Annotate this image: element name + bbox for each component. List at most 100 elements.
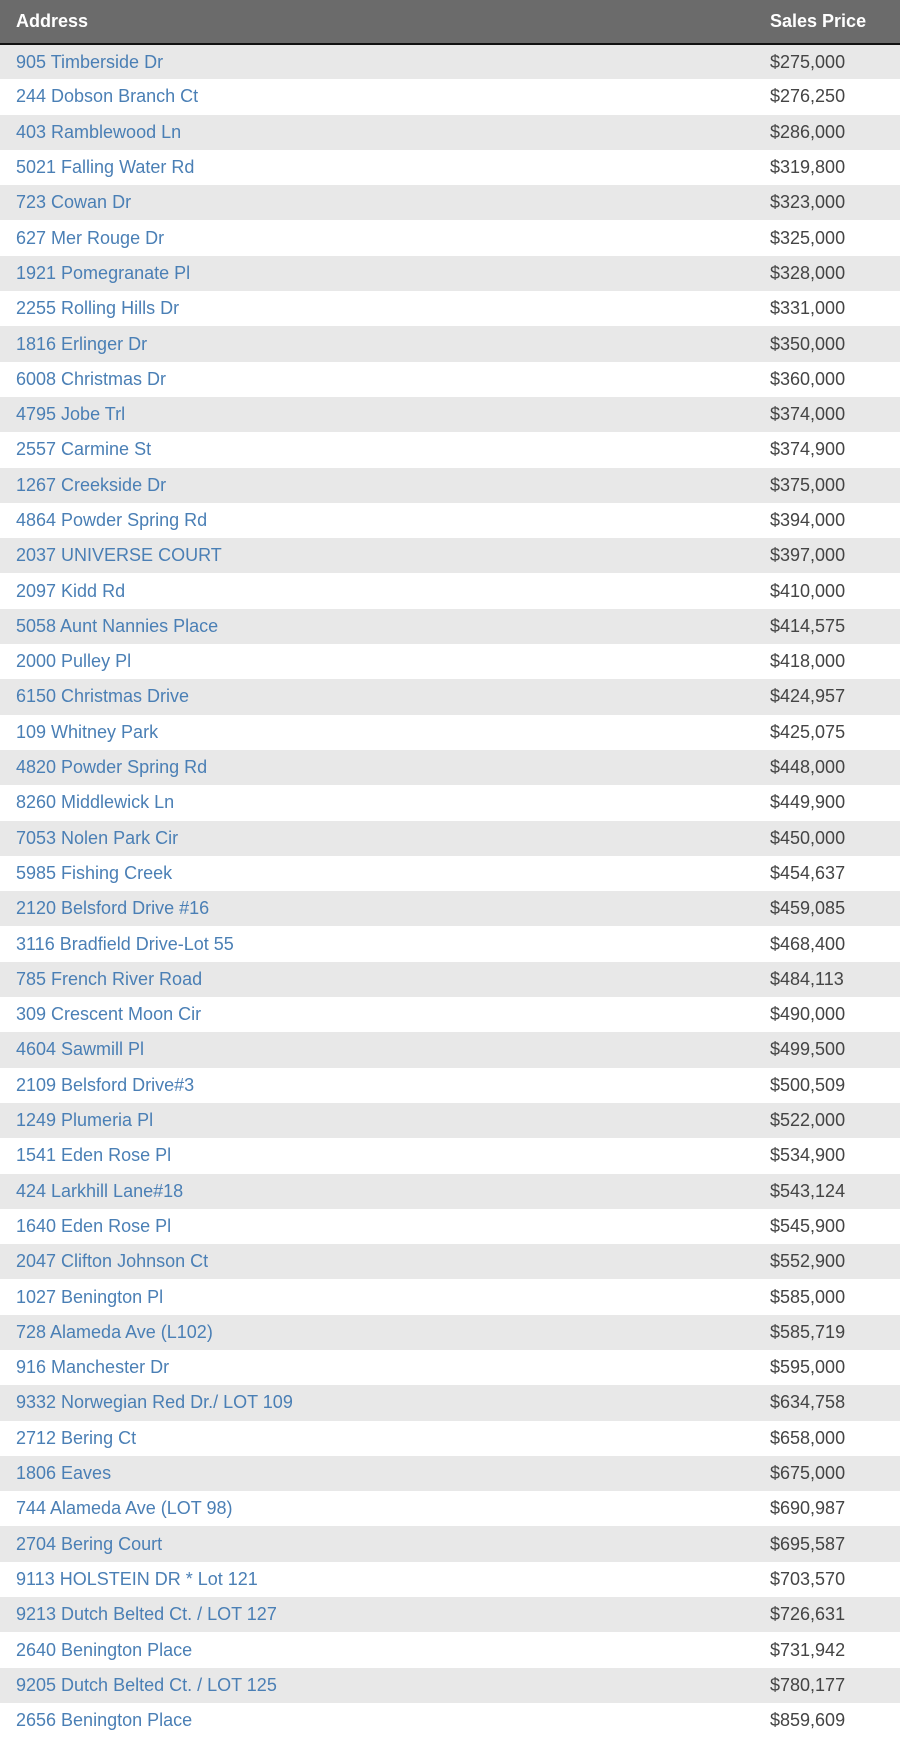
address-cell: 9332 Norwegian Red Dr./ LOT 109: [0, 1385, 770, 1420]
address-link[interactable]: 4864 Powder Spring Rd: [16, 510, 207, 530]
table-row: 905 Timberside Dr $275,000: [0, 44, 900, 80]
table-header: Address Sales Price: [0, 0, 900, 44]
address-cell: 916 Manchester Dr: [0, 1350, 770, 1385]
address-link[interactable]: 2000 Pulley Pl: [16, 651, 131, 671]
address-link[interactable]: 2712 Bering Ct: [16, 1428, 136, 1448]
sales-price-cell: $323,000: [770, 192, 846, 213]
address-cell: 1541 Eden Rose Pl: [0, 1138, 770, 1173]
address-link[interactable]: 744 Alameda Ave (LOT 98): [16, 1498, 232, 1518]
address-link[interactable]: 5058 Aunt Nannies Place: [16, 616, 218, 636]
address-cell: 1640 Eden Rose Pl: [0, 1209, 770, 1244]
address-link[interactable]: 1541 Eden Rose Pl: [16, 1145, 171, 1165]
table-row: 1640 Eden Rose Pl $545,900: [0, 1208, 900, 1245]
table-row: 723 Cowan Dr $323,000: [0, 185, 900, 221]
address-link[interactable]: 244 Dobson Branch Ct: [16, 86, 198, 106]
sales-price-cell: $276,250: [770, 86, 846, 107]
address-cell: 728 Alameda Ave (L102): [0, 1315, 770, 1350]
address-link[interactable]: 1921 Pomegranate Pl: [16, 263, 190, 283]
address-link[interactable]: 2097 Kidd Rd: [16, 581, 125, 601]
address-link[interactable]: 627 Mer Rouge Dr: [16, 228, 164, 248]
address-link[interactable]: 916 Manchester Dr: [16, 1357, 169, 1377]
address-link[interactable]: 2557 Carmine St: [16, 439, 151, 459]
address-cell: 627 Mer Rouge Dr: [0, 220, 770, 255]
address-link[interactable]: 2640 Benington Place: [16, 1640, 192, 1660]
address-cell: 2037 UNIVERSE COURT: [0, 538, 770, 573]
address-link[interactable]: 1249 Plumeria Pl: [16, 1110, 153, 1130]
address-link[interactable]: 9205 Dutch Belted Ct. / LOT 125: [16, 1675, 277, 1695]
address-link[interactable]: 403 Ramblewood Ln: [16, 122, 181, 142]
table-row: 5058 Aunt Nannies Place $414,575: [0, 608, 900, 645]
address-link[interactable]: 785 French River Road: [16, 969, 202, 989]
address-link[interactable]: 424 Larkhill Lane#18: [16, 1181, 183, 1201]
sales-price-cell: $375,000: [770, 474, 846, 495]
address-link[interactable]: 1806 Eaves: [16, 1463, 111, 1483]
table-row: 9113 HOLSTEIN DR * Lot 121 $703,570: [0, 1561, 900, 1598]
table-row: 309 Crescent Moon Cir $490,000: [0, 997, 900, 1033]
sales-price-cell: $690,987: [770, 1498, 846, 1519]
address-cell: 9113 HOLSTEIN DR * Lot 121: [0, 1562, 770, 1597]
address-link[interactable]: 6150 Christmas Drive: [16, 686, 189, 706]
address-link[interactable]: 2255 Rolling Hills Dr: [16, 298, 179, 318]
sales-price-cell: $552,900: [770, 1251, 846, 1272]
address-link[interactable]: 5021 Falling Water Rd: [16, 157, 194, 177]
address-link[interactable]: 4820 Powder Spring Rd: [16, 757, 207, 777]
address-link[interactable]: 309 Crescent Moon Cir: [16, 1004, 201, 1024]
address-link[interactable]: 3116 Bradfield Drive-Lot 55: [16, 934, 234, 954]
address-link[interactable]: 2704 Bering Court: [16, 1534, 162, 1554]
address-cell: 2255 Rolling Hills Dr: [0, 291, 770, 326]
sales-price-cell: $374,000: [770, 404, 846, 425]
address-link[interactable]: 728 Alameda Ave (L102): [16, 1322, 213, 1342]
address-link[interactable]: 8260 Middlewick Ln: [16, 792, 174, 812]
address-link[interactable]: 905 Timberside Dr: [16, 52, 163, 72]
address-cell: 2557 Carmine St: [0, 432, 770, 467]
address-cell: 5985 Fishing Creek: [0, 856, 770, 891]
address-link[interactable]: 109 Whitney Park: [16, 722, 158, 742]
table-row: 5985 Fishing Creek $454,637: [0, 855, 900, 892]
address-cell: 723 Cowan Dr: [0, 185, 770, 220]
address-link[interactable]: 1640 Eden Rose Pl: [16, 1216, 171, 1236]
sales-price-cell: $425,075: [770, 721, 846, 742]
column-header-sales-price[interactable]: Sales Price: [770, 0, 900, 44]
address-link[interactable]: 5985 Fishing Creek: [16, 863, 172, 883]
address-link[interactable]: 1027 Benington Pl: [16, 1287, 163, 1307]
address-link[interactable]: 1267 Creekside Dr: [16, 475, 166, 495]
address-link[interactable]: 2656 Benington Place: [16, 1710, 192, 1730]
address-link[interactable]: 1816 Erlinger Dr: [16, 334, 147, 354]
table-row: 4795 Jobe Trl $374,000: [0, 396, 900, 433]
address-cell: 1921 Pomegranate Pl: [0, 256, 770, 291]
column-header-address[interactable]: Address: [0, 0, 770, 44]
address-cell: 2000 Pulley Pl: [0, 644, 770, 679]
sales-price-cell: $703,570: [770, 1568, 846, 1589]
address-cell: 1816 Erlinger Dr: [0, 326, 770, 361]
address-link[interactable]: 9332 Norwegian Red Dr./ LOT 109: [16, 1392, 293, 1412]
table-row: 1267 Creekside Dr $375,000: [0, 467, 900, 503]
table-row: 744 Alameda Ave (LOT 98) $690,987: [0, 1491, 900, 1527]
table-row: 2255 Rolling Hills Dr $331,000: [0, 291, 900, 327]
sales-price-cell: $543,124: [770, 1180, 846, 1201]
address-cell: 1027 Benington Pl: [0, 1279, 770, 1314]
address-link[interactable]: 7053 Nolen Park Cir: [16, 828, 178, 848]
table-row: 4820 Powder Spring Rd $448,000: [0, 749, 900, 786]
table-row: 916 Manchester Dr $595,000: [0, 1349, 900, 1386]
address-link[interactable]: 2109 Belsford Drive#3: [16, 1075, 194, 1095]
table-row: 1921 Pomegranate Pl $328,000: [0, 255, 900, 292]
address-cell: 5021 Falling Water Rd: [0, 150, 770, 185]
address-cell: 9213 Dutch Belted Ct. / LOT 127: [0, 1597, 770, 1632]
address-link[interactable]: 2120 Belsford Drive #16: [16, 898, 209, 918]
sales-price-cell: $500,509: [770, 1074, 846, 1095]
address-link[interactable]: 4604 Sawmill Pl: [16, 1039, 144, 1059]
address-link[interactable]: 9213 Dutch Belted Ct. / LOT 127: [16, 1604, 277, 1624]
address-link[interactable]: 6008 Christmas Dr: [16, 369, 166, 389]
address-link[interactable]: 2047 Clifton Johnson Ct: [16, 1251, 208, 1271]
table-row: 8260 Middlewick Ln $449,900: [0, 785, 900, 821]
sales-price-cell: $394,000: [770, 510, 846, 530]
address-link[interactable]: 4795 Jobe Trl: [16, 404, 125, 424]
address-link[interactable]: 2037 UNIVERSE COURT: [16, 545, 222, 565]
address-link[interactable]: 723 Cowan Dr: [16, 192, 131, 212]
table-row: 9205 Dutch Belted Ct. / LOT 125 $780,177: [0, 1667, 900, 1703]
address-link[interactable]: 9113 HOLSTEIN DR * Lot 121: [16, 1569, 258, 1589]
sales-price-cell: $695,587: [770, 1533, 846, 1554]
table-row: 1027 Benington Pl $585,000: [0, 1279, 900, 1315]
address-cell: 2097 Kidd Rd: [0, 573, 770, 608]
table-row: 244 Dobson Branch Ct $276,250: [0, 79, 900, 115]
